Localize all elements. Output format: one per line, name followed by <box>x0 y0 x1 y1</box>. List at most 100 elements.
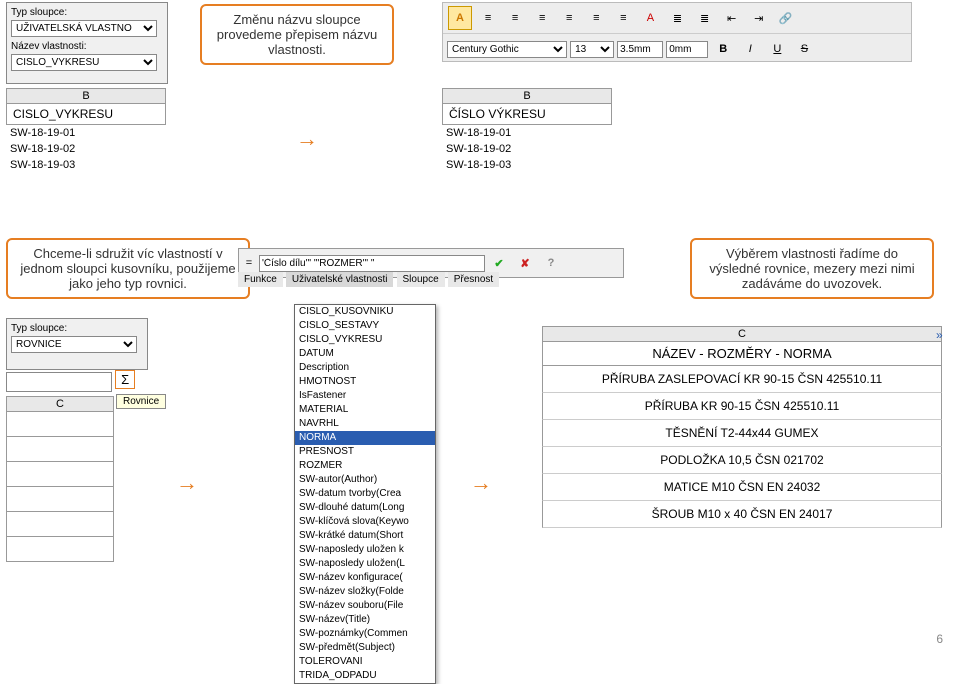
nazev-vlastnosti-label: Název vlastnosti: <box>11 41 87 52</box>
list-num-icon[interactable]: ≣ <box>667 7 689 29</box>
align-right-icon[interactable]: ≡ <box>531 7 553 29</box>
typ-sloupce-select[interactable]: UŽIVATELSKÁ VLASTNO <box>11 20 157 37</box>
property-item[interactable]: SW-krátké datum(Short <box>295 529 435 543</box>
property-dropdown[interactable]: CISLO_KUSOVNIKUCISLO_SESTAVYCISLO_VYKRES… <box>294 304 436 684</box>
result-row: PODLOŽKA 10,5 ČSN 021702 <box>542 447 942 474</box>
cell: SW-18-19-01 <box>6 125 166 141</box>
property-item[interactable]: SW-název souboru(File <box>295 599 435 613</box>
blank-cell <box>6 487 114 512</box>
help-icon[interactable]: ? <box>540 252 562 274</box>
property-item[interactable]: SW-klíčová slova(Keywo <box>295 515 435 529</box>
cancel-icon[interactable]: ✘ <box>514 252 536 274</box>
property-item[interactable]: SW-předmět(Subject) <box>295 641 435 655</box>
result-row: TĚSNĚNÍ T2-44x44 GUMEX <box>542 420 942 447</box>
property-item[interactable]: Description <box>295 361 435 375</box>
cell: SW-18-19-02 <box>6 141 166 157</box>
nazev-vlastnosti-select[interactable]: CISLO_VYKRESU <box>11 54 157 71</box>
cell: SW-18-19-03 <box>6 157 166 173</box>
tooltip-rovnice: Rovnice <box>116 394 166 409</box>
property-item[interactable]: CISLO_SESTAVY <box>295 319 435 333</box>
property-item[interactable]: PRESNOST <box>295 445 435 459</box>
callout-select: Výběrem vlastnosti řadíme do výsledné ro… <box>690 238 934 299</box>
equals-icon: = <box>241 257 257 269</box>
underline-button[interactable]: U <box>766 38 788 60</box>
italic-button[interactable]: I <box>739 38 761 60</box>
property-item[interactable]: CISLO_VYKRESU <box>295 333 435 347</box>
property-item[interactable]: HMOTNOST <box>295 375 435 389</box>
col-header-b: B <box>6 88 166 104</box>
blank-cell <box>6 537 114 562</box>
property-item[interactable]: SW-naposledy uložen(L <box>295 557 435 571</box>
scroll-indicator-icon: » <box>936 328 943 342</box>
result-row: MATICE M10 ČSN EN 24032 <box>542 474 942 501</box>
property-item[interactable]: SW-dlouhé datum(Long <box>295 501 435 515</box>
align-left-icon[interactable]: ≡ <box>477 7 499 29</box>
align-center-icon[interactable]: ≡ <box>504 7 526 29</box>
property-item[interactable]: TRIDA_ODPADU <box>295 669 435 683</box>
font-color-icon[interactable]: A <box>639 7 661 29</box>
arrow-right-icon: → <box>470 470 492 496</box>
property-item[interactable]: SW-název(Title) <box>295 613 435 627</box>
property-item[interactable]: MATERIAL <box>295 403 435 417</box>
bold-button[interactable]: B <box>712 38 734 60</box>
property-item[interactable]: NORMA <box>295 431 435 445</box>
align-mid-icon[interactable]: ≡ <box>585 7 607 29</box>
property-item[interactable]: IsFastener <box>295 389 435 403</box>
page-number: 6 <box>936 632 943 646</box>
result-row: PŘÍRUBA ZASLEPOVACÍ KR 90-15 ČSN 425510.… <box>542 366 942 393</box>
cell: SW-18-19-01 <box>442 125 612 141</box>
align-bot-icon[interactable]: ≡ <box>612 7 634 29</box>
formula-field[interactable] <box>259 255 485 272</box>
property-item[interactable]: ROZMER <box>295 459 435 473</box>
text-style-icon[interactable]: A <box>448 6 472 30</box>
col-title-after: ČÍSLO VÝKRESU <box>442 104 612 125</box>
link-icon[interactable]: 🔗 <box>775 7 797 29</box>
tab-funkce[interactable]: Funkce <box>238 272 283 287</box>
blank-cell <box>6 512 114 537</box>
callout-rename: Změnu názvu sloupce provedeme přepisem n… <box>200 4 394 65</box>
arrow-right-icon: → <box>296 126 318 152</box>
property-item[interactable]: NAVRHL <box>295 417 435 431</box>
cell: SW-18-19-03 <box>442 157 612 173</box>
indent-left-icon[interactable]: ⇤ <box>721 7 743 29</box>
strike-button[interactable]: S <box>793 38 815 60</box>
typ-sloupce-label: Typ sloupce: <box>11 7 67 18</box>
result-title: NÁZEV - ROZMĚRY - NORMA <box>542 342 942 366</box>
col-header-c: C <box>6 396 114 412</box>
property-item[interactable]: DATUM <box>295 347 435 361</box>
list-bullet-icon[interactable]: ≣ <box>694 7 716 29</box>
cell: SW-18-19-02 <box>442 141 612 157</box>
spacing-input[interactable] <box>617 41 663 58</box>
property-item[interactable]: SW-autor(Author) <box>295 473 435 487</box>
typ-sloupce-label2: Typ sloupce: <box>11 323 67 334</box>
property-item[interactable]: TOLEROVANI <box>295 655 435 669</box>
property-item[interactable]: SW-datum tvorby(Crea <box>295 487 435 501</box>
font-size-select[interactable]: 13 <box>570 41 614 58</box>
blank-cell <box>6 412 114 437</box>
blank-cell <box>6 437 114 462</box>
formula-input[interactable] <box>6 372 112 392</box>
result-row: ŠROUB M10 x 40 ČSN EN 24017 <box>542 501 942 528</box>
result-row: PŘÍRUBA KR 90-15 ČSN 425510.11 <box>542 393 942 420</box>
property-item[interactable]: CISLO_KUSOVNIKU <box>295 305 435 319</box>
align-top-icon[interactable]: ≡ <box>558 7 580 29</box>
ok-icon[interactable]: ✔ <box>488 252 510 274</box>
tab-uziv-vlastnosti[interactable]: Uživatelské vlastnosti <box>286 272 394 287</box>
arrow-right-icon: → <box>176 470 198 496</box>
property-item[interactable]: SW-naposledy uložen k <box>295 543 435 557</box>
indent-right-icon[interactable]: ⇥ <box>748 7 770 29</box>
blank-cell <box>6 462 114 487</box>
spacing2-input[interactable] <box>666 41 708 58</box>
font-select[interactable]: Century Gothic <box>447 41 567 58</box>
property-item[interactable]: SW-poznámky(Commen <box>295 627 435 641</box>
tab-presnost[interactable]: Přesnost <box>448 272 499 287</box>
sigma-button[interactable]: Σ <box>115 370 135 389</box>
typ-sloupce-select2[interactable]: ROVNICE <box>11 336 137 353</box>
property-item[interactable]: SW-název složky(Folde <box>295 585 435 599</box>
property-item[interactable]: SW-název konfigurace( <box>295 571 435 585</box>
col-header-c: C <box>542 326 942 342</box>
tab-sloupce[interactable]: Sloupce <box>397 272 445 287</box>
col-title-before: CISLO_VYKRESU <box>6 104 166 125</box>
callout-combine: Chceme-li sdružit víc vlastností v jedno… <box>6 238 250 299</box>
col-header-b: B <box>442 88 612 104</box>
